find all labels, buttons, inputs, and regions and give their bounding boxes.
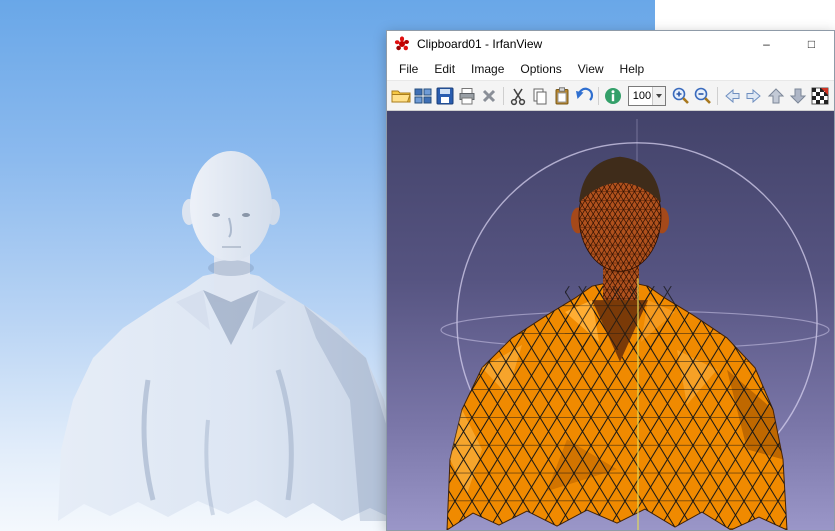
last-image-button[interactable] (787, 83, 808, 108)
background-window-fragment (655, 0, 835, 30)
irfanview-app-icon (394, 36, 410, 52)
next-image-button[interactable] (744, 83, 765, 108)
menu-options[interactable]: Options (512, 59, 569, 79)
smooth-head (190, 151, 272, 261)
window-controls: – □ (744, 31, 834, 57)
previous-image-button[interactable] (722, 83, 743, 108)
print-button[interactable] (456, 83, 477, 108)
delete-x-icon (479, 86, 499, 106)
save-button[interactable] (435, 83, 456, 108)
menu-file[interactable]: File (391, 59, 426, 79)
thumbnails-button[interactable] (413, 83, 434, 108)
toolbar-separator (717, 87, 718, 105)
arrow-right-icon (744, 86, 764, 106)
info-icon (603, 86, 623, 106)
maximize-button[interactable]: □ (789, 31, 834, 57)
zoom-out-icon (693, 86, 713, 106)
cut-button[interactable] (508, 83, 529, 108)
info-button[interactable] (603, 83, 624, 108)
desktop: Clipboard01 - IrfanView – □ File Edit Im… (0, 0, 835, 531)
toolbar-separator (503, 87, 504, 105)
first-image-button[interactable] (766, 83, 787, 108)
print-icon (457, 86, 477, 106)
menu-image[interactable]: Image (463, 59, 512, 79)
checkered-flag-icon (810, 86, 830, 106)
cut-scissors-icon (508, 86, 528, 106)
delete-button[interactable] (478, 83, 499, 108)
paste-button[interactable] (552, 83, 573, 108)
toolbar-separator (598, 87, 599, 105)
undo-arrow-icon (574, 86, 594, 106)
zoom-in-icon (671, 86, 691, 106)
window-title: Clipboard01 - IrfanView (417, 37, 542, 51)
menu-edit[interactable]: Edit (426, 59, 463, 79)
undo-button[interactable] (573, 83, 594, 108)
arrow-up-3d-icon (766, 86, 786, 106)
thumbnails-icon (413, 86, 433, 106)
menu-help[interactable]: Help (612, 59, 653, 79)
zoom-value: 100 (629, 90, 653, 102)
zoom-select[interactable]: 100 (628, 86, 667, 106)
menu-view[interactable]: View (570, 59, 612, 79)
zoom-out-button[interactable] (692, 83, 713, 108)
menu-bar: File Edit Image Options View Help (387, 57, 834, 80)
copy-icon (530, 86, 550, 106)
eye (212, 213, 220, 217)
arrow-left-icon (722, 86, 742, 106)
minimize-button[interactable]: – (744, 31, 789, 57)
title-bar[interactable]: Clipboard01 - IrfanView – □ (387, 31, 834, 57)
collar-wire (565, 286, 675, 350)
properties-flag-button[interactable] (809, 83, 830, 108)
chevron-down-icon[interactable] (652, 87, 665, 105)
toolbar: 100 (387, 80, 834, 111)
irfanview-window: Clipboard01 - IrfanView – □ File Edit Im… (386, 30, 835, 531)
image-viewport[interactable] (387, 111, 834, 530)
eye (242, 213, 250, 217)
smooth-bust (58, 151, 398, 521)
open-button[interactable] (391, 83, 412, 108)
open-folder-icon (391, 86, 411, 106)
save-icon (435, 86, 455, 106)
paste-clipboard-icon (552, 86, 572, 106)
zoom-in-button[interactable] (670, 83, 691, 108)
copy-button[interactable] (530, 83, 551, 108)
chin-shadow (208, 260, 254, 276)
mesh-capture (387, 111, 834, 530)
arrow-down-3d-icon (788, 86, 808, 106)
